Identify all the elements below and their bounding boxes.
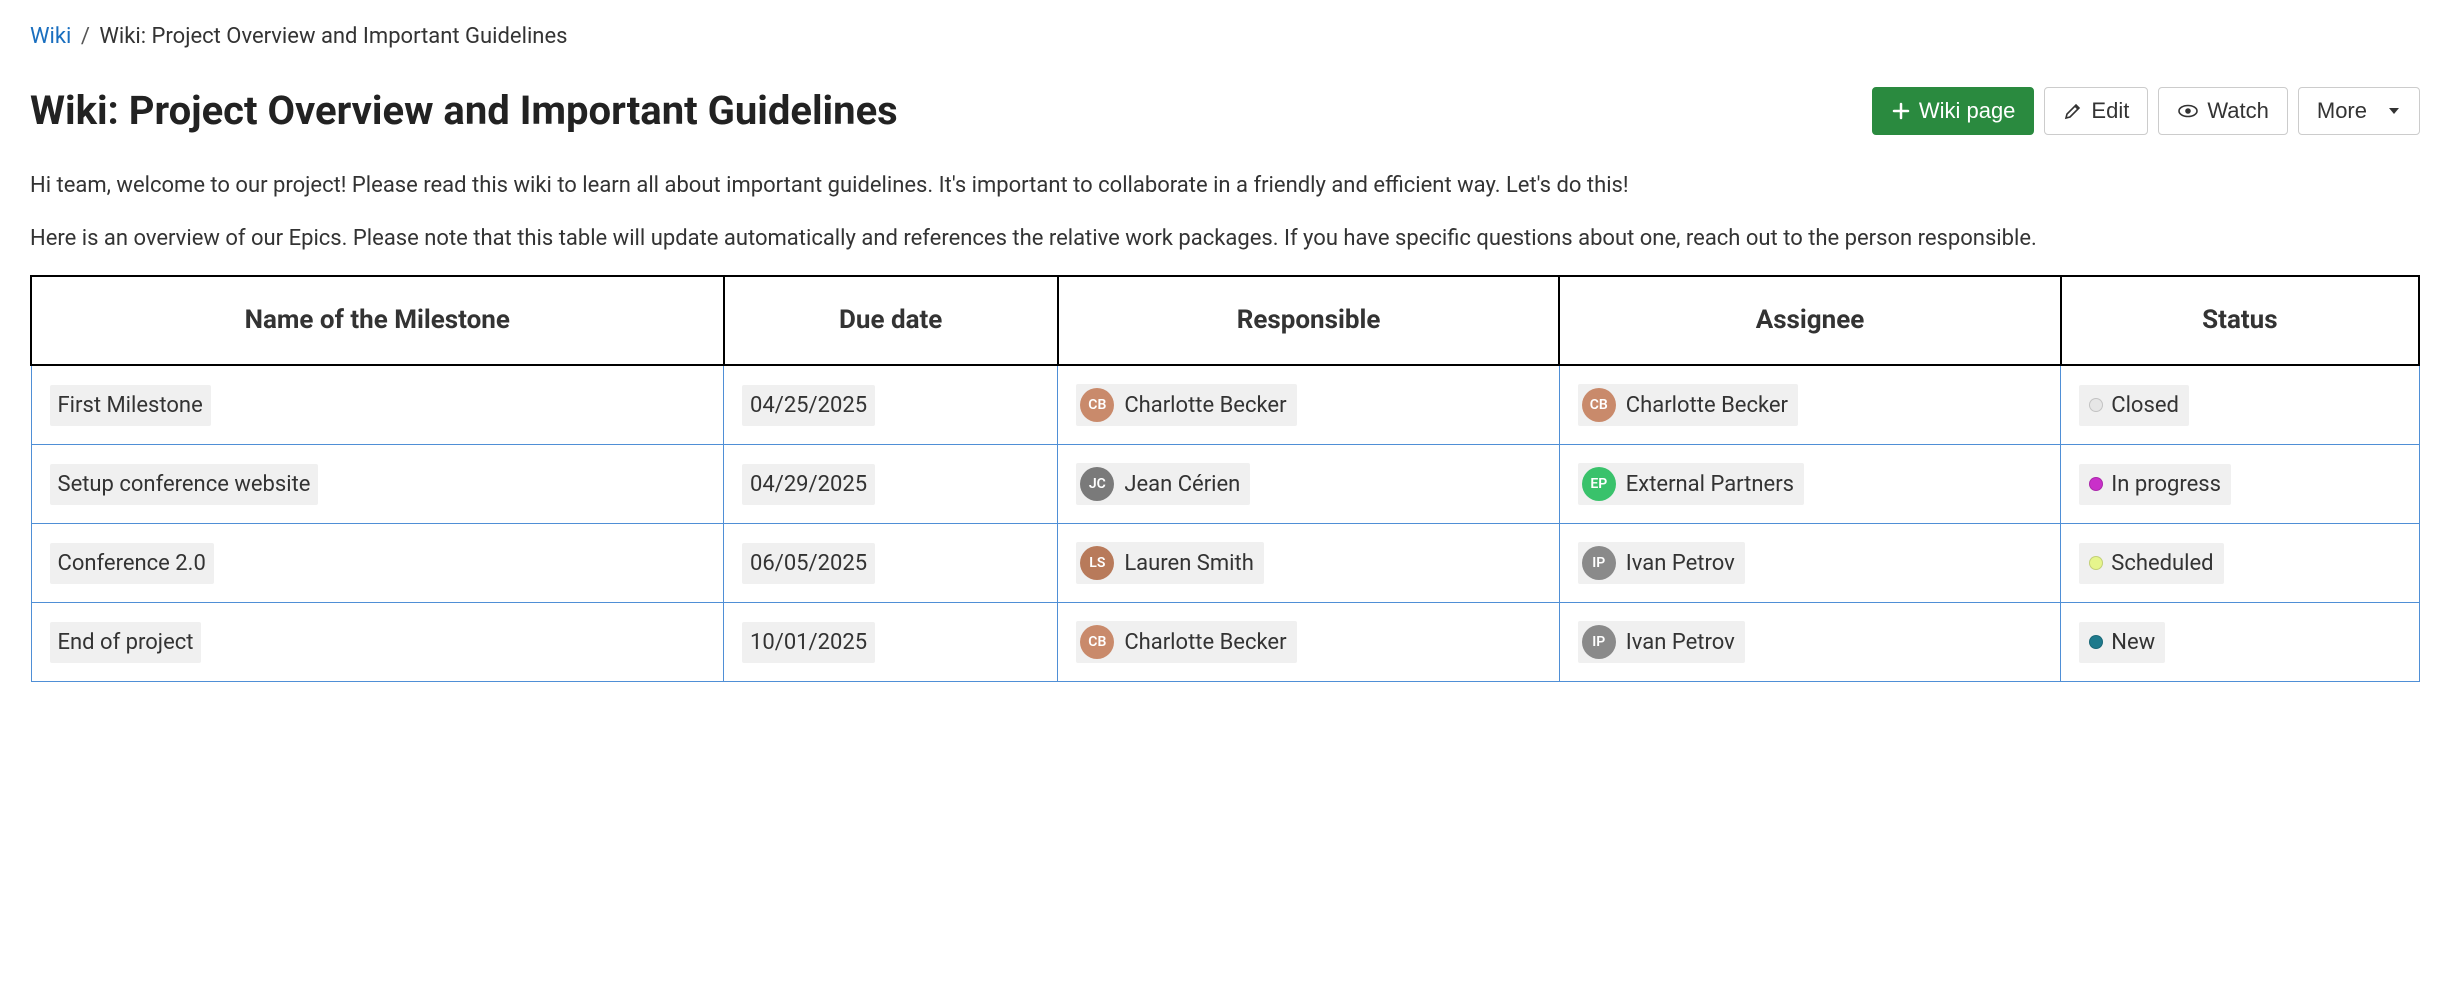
col-header-status: Status <box>2061 276 2419 365</box>
status-label: Closed <box>2111 389 2179 422</box>
person-name: Charlotte Becker <box>1124 389 1286 422</box>
intro-paragraph-1: Hi team, welcome to our project! Please … <box>30 169 2420 202</box>
status-badge: In progress <box>2079 464 2231 505</box>
col-header-responsible: Responsible <box>1058 276 1559 365</box>
cell-status[interactable]: In progress <box>2061 445 2419 524</box>
person-chip: EP External Partners <box>1578 463 1804 505</box>
cell-due-date[interactable]: 10/01/2025 <box>724 603 1058 682</box>
cell-due-date[interactable]: 06/05/2025 <box>724 524 1058 603</box>
person-name: Ivan Petrov <box>1626 626 1735 659</box>
due-date-chip: 04/25/2025 <box>742 385 875 426</box>
cell-status[interactable]: New <box>2061 603 2419 682</box>
person-name: Ivan Petrov <box>1626 547 1735 580</box>
cell-assignee[interactable]: IP Ivan Petrov <box>1559 524 2060 603</box>
cell-milestone-name[interactable]: Setup conference website <box>31 445 724 524</box>
more-label: More <box>2317 98 2367 124</box>
avatar: EP <box>1582 467 1616 501</box>
col-header-name: Name of the Milestone <box>31 276 724 365</box>
table-row: End of project 10/01/2025 CB Charlotte Beck… <box>31 603 2419 682</box>
edit-button[interactable]: Edit <box>2044 87 2148 135</box>
status-badge: New <box>2079 622 2165 663</box>
person-chip: CB Charlotte Becker <box>1076 621 1296 663</box>
cell-responsible[interactable]: CB Charlotte Becker <box>1058 365 1559 445</box>
avatar: CB <box>1582 388 1616 422</box>
person-name: Charlotte Becker <box>1124 626 1286 659</box>
cell-responsible[interactable]: JC Jean Cérien <box>1058 445 1559 524</box>
avatar: CB <box>1080 388 1114 422</box>
avatar: IP <box>1582 625 1616 659</box>
caret-down-icon <box>2387 104 2401 118</box>
new-wiki-page-button[interactable]: Wiki page <box>1872 87 2035 135</box>
status-dot-icon <box>2089 556 2103 570</box>
breadcrumb-separator: / <box>81 24 90 49</box>
breadcrumb: Wiki / Wiki: Project Overview and Import… <box>30 20 2420 53</box>
breadcrumb-current: Wiki: Project Overview and Important Gui… <box>99 24 567 49</box>
person-name: External Partners <box>1626 468 1794 501</box>
cell-milestone-name[interactable]: Conference 2.0 <box>31 524 724 603</box>
eye-icon <box>2177 101 2199 121</box>
cell-milestone-name[interactable]: First Milestone <box>31 365 724 445</box>
avatar: IP <box>1582 546 1616 580</box>
col-header-assignee: Assignee <box>1559 276 2060 365</box>
page-title: Wiki: Project Overview and Important Gui… <box>30 81 898 141</box>
status-label: New <box>2111 626 2155 659</box>
milestones-table: Name of the Milestone Due date Responsib… <box>30 275 2420 682</box>
milestone-name-chip: Conference 2.0 <box>50 543 214 584</box>
cell-milestone-name[interactable]: End of project <box>31 603 724 682</box>
person-chip: JC Jean Cérien <box>1076 463 1250 505</box>
person-chip: IP Ivan Petrov <box>1578 542 1745 584</box>
cell-responsible[interactable]: LS Lauren Smith <box>1058 524 1559 603</box>
page-header: Wiki: Project Overview and Important Gui… <box>30 81 2420 141</box>
status-label: In progress <box>2111 468 2221 501</box>
table-row: Setup conference website 04/29/2025 JC Jean… <box>31 445 2419 524</box>
table-row: First Milestone 04/25/2025 CB Charlotte Bec… <box>31 365 2419 445</box>
cell-assignee[interactable]: CB Charlotte Becker <box>1559 365 2060 445</box>
person-name: Jean Cérien <box>1124 468 1240 501</box>
status-label: Scheduled <box>2111 547 2213 580</box>
person-chip: CB Charlotte Becker <box>1578 384 1798 426</box>
cell-status[interactable]: Scheduled <box>2061 524 2419 603</box>
avatar: LS <box>1080 546 1114 580</box>
cell-due-date[interactable]: 04/29/2025 <box>724 445 1058 524</box>
breadcrumb-root-link[interactable]: Wiki <box>30 24 71 49</box>
watch-label: Watch <box>2207 98 2269 124</box>
person-chip: CB Charlotte Becker <box>1076 384 1296 426</box>
watch-button[interactable]: Watch <box>2158 87 2288 135</box>
plus-icon <box>1891 101 1911 121</box>
person-name: Charlotte Becker <box>1626 389 1788 422</box>
col-header-due: Due date <box>724 276 1058 365</box>
status-dot-icon <box>2089 477 2103 491</box>
milestone-name-chip: First Milestone <box>50 385 211 426</box>
due-date-chip: 06/05/2025 <box>742 543 875 584</box>
status-badge: Closed <box>2079 385 2189 426</box>
toolbar: Wiki page Edit Watch More <box>1872 87 2420 135</box>
cell-due-date[interactable]: 04/25/2025 <box>724 365 1058 445</box>
status-badge: Scheduled <box>2079 543 2223 584</box>
avatar: CB <box>1080 625 1114 659</box>
intro-paragraph-2: Here is an overview of our Epics. Please… <box>30 222 2420 255</box>
milestone-name-chip: Setup conference website <box>50 464 319 505</box>
pencil-icon <box>2063 101 2083 121</box>
new-wiki-page-label: Wiki page <box>1919 98 2016 124</box>
table-header-row: Name of the Milestone Due date Responsib… <box>31 276 2419 365</box>
due-date-chip: 04/29/2025 <box>742 464 875 505</box>
milestone-name-chip: End of project <box>50 622 202 663</box>
due-date-chip: 10/01/2025 <box>742 622 875 663</box>
person-name: Lauren Smith <box>1124 547 1254 580</box>
status-dot-icon <box>2089 398 2103 412</box>
edit-label: Edit <box>2091 98 2129 124</box>
avatar: JC <box>1080 467 1114 501</box>
cell-assignee[interactable]: EP External Partners <box>1559 445 2060 524</box>
table-row: Conference 2.0 06/05/2025 LS Lauren Smith IP… <box>31 524 2419 603</box>
intro-section: Hi team, welcome to our project! Please … <box>30 169 2420 255</box>
cell-responsible[interactable]: CB Charlotte Becker <box>1058 603 1559 682</box>
person-chip: IP Ivan Petrov <box>1578 621 1745 663</box>
cell-assignee[interactable]: IP Ivan Petrov <box>1559 603 2060 682</box>
status-dot-icon <box>2089 635 2103 649</box>
more-button[interactable]: More <box>2298 87 2420 135</box>
person-chip: LS Lauren Smith <box>1076 542 1264 584</box>
cell-status[interactable]: Closed <box>2061 365 2419 445</box>
